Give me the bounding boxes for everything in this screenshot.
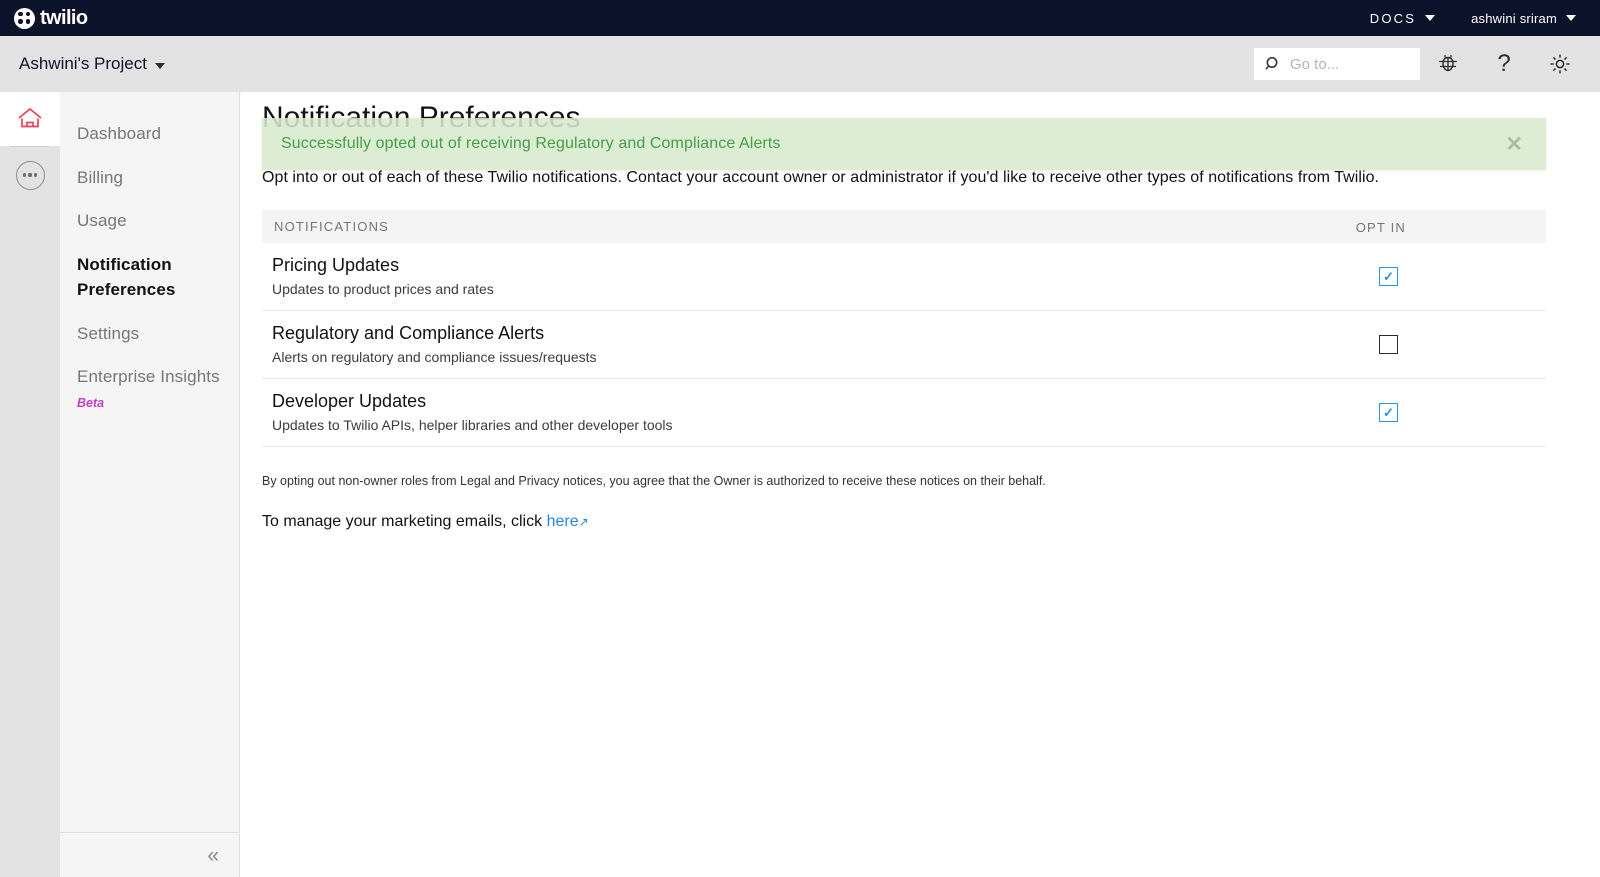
sidebar-item-settings[interactable]: Settings [60, 312, 239, 356]
sidebar-item-enterprise-insights[interactable]: Enterprise Insights [60, 355, 239, 399]
table-row: Regulatory and Compliance Alerts Alerts … [262, 311, 1546, 379]
more-menu-button[interactable] [0, 147, 60, 203]
top-bar-right-group: DOCS ashwini sriram [1352, 0, 1600, 36]
twilio-logo[interactable]: twilio [14, 7, 88, 30]
sidebar-item-notification-preferences[interactable]: Notification Preferences [60, 243, 239, 312]
sidebar-collapse-button[interactable]: « [60, 832, 239, 877]
table-row: Pricing Updates Updates to product price… [262, 243, 1546, 311]
beta-badge: Beta [77, 395, 105, 410]
sidebar-item-list: Dashboard Billing Usage Notification Pre… [60, 92, 239, 410]
chevron-down-icon [1566, 15, 1576, 21]
legal-note: By opting out non-owner roles from Legal… [262, 474, 1046, 488]
home-icon [18, 107, 42, 128]
sidebar-item-label: Billing [77, 167, 124, 187]
project-selector[interactable]: Ashwini's Project [19, 54, 165, 74]
sidebar-item-usage[interactable]: Usage [60, 199, 239, 243]
row-text-group: Regulatory and Compliance Alerts Alerts … [272, 321, 597, 367]
table-header-row: NOTIFICATIONS OPT IN [262, 210, 1546, 243]
sidebar-navigation: Dashboard Billing Usage Notification Pre… [60, 92, 240, 877]
sidebar-item-label: Dashboard [77, 124, 162, 143]
marketing-note-text: To manage your marketing emails, click [262, 513, 543, 530]
column-header-notifications: NOTIFICATIONS [274, 219, 390, 234]
marketing-emails-link[interactable]: here [547, 513, 579, 530]
twilio-logo-text: twilio [40, 6, 88, 29]
notification-description: Updates to Twilio APIs, helper libraries… [272, 416, 673, 433]
notifications-table: NOTIFICATIONS OPT IN Pricing Updates Upd… [262, 210, 1546, 447]
sidebar-item-billing[interactable]: Billing [60, 156, 239, 200]
question-mark-icon: ? [1497, 51, 1510, 77]
user-name-label: ashwini sriram [1471, 10, 1557, 26]
chevron-down-icon [1425, 15, 1436, 21]
home-button[interactable] [0, 92, 60, 146]
sidebar-item-label: Enterprise Insights [77, 367, 220, 386]
help-button[interactable]: ? [1476, 36, 1532, 92]
row-text-group: Pricing Updates Updates to product price… [272, 253, 494, 299]
docs-menu[interactable]: DOCS [1352, 0, 1453, 36]
twilio-logo-icon [14, 7, 35, 29]
notification-description: Alerts on regulatory and compliance issu… [272, 348, 597, 365]
user-account-menu[interactable]: ashwini sriram [1453, 0, 1594, 36]
settings-button[interactable] [1532, 36, 1588, 92]
notification-title: Pricing Updates [272, 255, 400, 276]
opt-in-checkbox[interactable] [1379, 335, 1398, 354]
notification-title: Regulatory and Compliance Alerts [272, 323, 545, 344]
column-header-opt-in: OPT IN [1355, 220, 1406, 235]
close-icon[interactable]: ✕ [1505, 134, 1523, 155]
main-content: Notification Preferences Successfully op… [241, 92, 1600, 877]
gear-icon [1550, 54, 1570, 74]
docs-label: DOCS [1369, 10, 1417, 26]
toolbar-right-group: Go to... ? [1254, 36, 1600, 92]
search-icon [1265, 56, 1278, 70]
sidebar-item-label: Usage [77, 211, 127, 230]
ellipsis-icon [15, 160, 45, 190]
chevron-down-icon [154, 62, 165, 69]
row-text-group: Developer Updates Updates to Twilio APIs… [272, 389, 673, 435]
external-link-icon: ↗ [578, 515, 589, 529]
opt-in-checkbox[interactable]: ✓ [1379, 267, 1398, 286]
svg-text:?: ? [1497, 51, 1510, 77]
marketing-email-note: To manage your marketing emails, click h… [262, 513, 589, 531]
notification-description: Updates to product prices and rates [272, 280, 494, 297]
sidebar-item-label: Settings [77, 323, 140, 343]
top-navigation-bar: twilio DOCS ashwini sriram [0, 0, 1600, 36]
project-toolbar: Ashwini's Project Go to... ? [0, 36, 1600, 92]
debugger-button[interactable] [1420, 36, 1476, 92]
icon-rail [0, 92, 60, 877]
table-row: Developer Updates Updates to Twilio APIs… [262, 379, 1546, 447]
search-input[interactable]: Go to... [1254, 48, 1420, 80]
search-placeholder-text: Go to... [1290, 55, 1340, 73]
bug-icon [1439, 55, 1457, 72]
chevron-double-left-icon: « [207, 843, 219, 867]
sidebar-item-dashboard[interactable]: Dashboard [60, 112, 239, 156]
sidebar-item-label: Notification Preferences [77, 254, 176, 300]
success-banner-message: Successfully opted out of receiving Regu… [281, 135, 781, 152]
success-banner: Successfully opted out of receiving Regu… [262, 118, 1546, 170]
intro-text: Opt into or out of each of these Twilio … [262, 169, 1380, 186]
opt-in-checkbox[interactable]: ✓ [1379, 403, 1398, 422]
project-name-label: Ashwini's Project [19, 54, 147, 73]
notification-title: Developer Updates [272, 391, 427, 412]
